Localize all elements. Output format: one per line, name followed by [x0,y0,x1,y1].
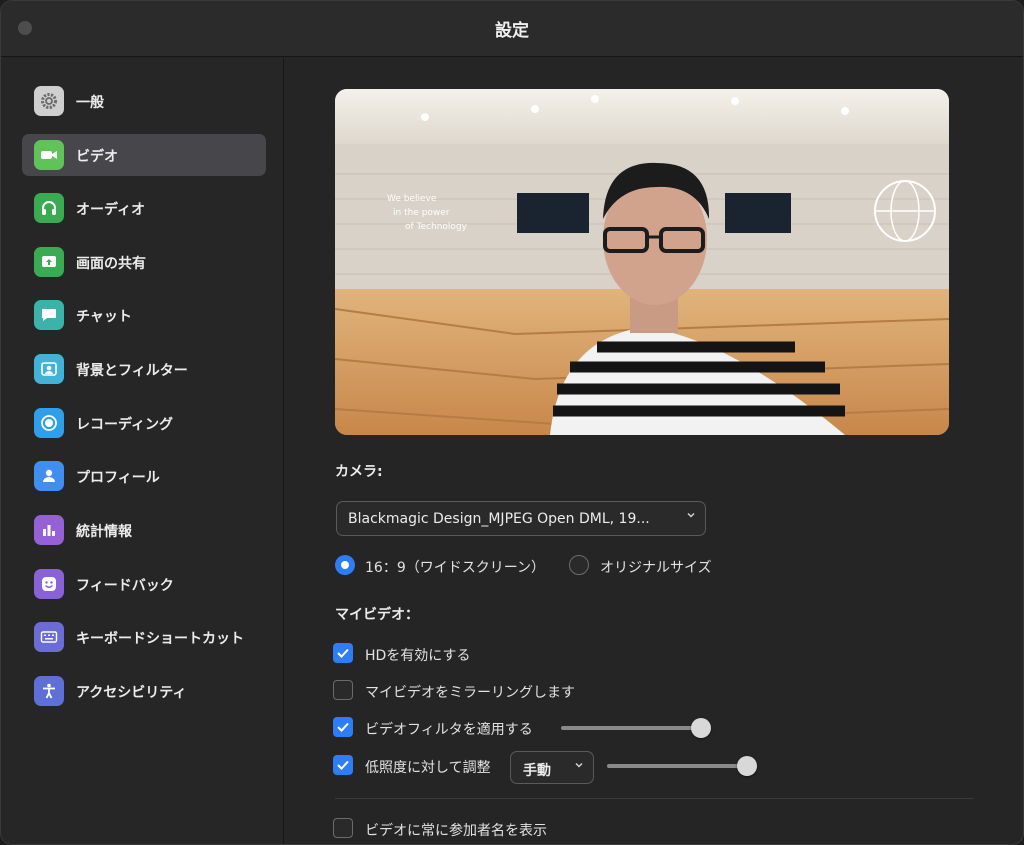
gear-icon [34,86,64,116]
sidebar-item-video[interactable]: ビデオ [22,134,266,176]
svg-text:of Technology: of Technology [405,222,468,232]
window-title: 設定 [495,21,529,41]
accessibility-icon [34,676,64,706]
show-names-label: ビデオに常に参加者名を表示 [365,823,547,839]
hd-label: HDを有効にする [365,648,471,664]
smiley-icon [34,569,64,599]
radio-widescreen[interactable] [335,555,355,575]
sidebar-item-general[interactable]: 一般 [22,80,266,122]
chevron-down-icon [575,762,583,768]
sidebar-item-feedback[interactable]: フィードバック [22,563,266,605]
sidebar-item-label: 統計情報 [76,524,132,540]
keyboard-icon [34,622,64,652]
checkmark-icon [337,760,349,770]
close-window-button[interactable] [18,21,32,35]
radio-original-size[interactable] [569,555,589,575]
video-filter-checkbox[interactable] [333,717,353,737]
sidebar-item-profile[interactable]: プロフィール [22,455,266,497]
camera-select-value: Blackmagic Design_MJPEG Open DML, 19... [348,511,650,527]
sidebar-item-keyboard-shortcuts[interactable]: キーボードショートカット [22,616,266,658]
sidebar-item-chat[interactable]: チャット [22,294,266,336]
low-light-mode-select[interactable]: 手動 [510,751,594,784]
sidebar-item-label: キーボードショートカット [76,631,244,647]
camera-preview-image: We believe in the power of Technology [335,89,949,435]
camera-section-label: カメラ: [335,464,383,480]
camera-select[interactable]: Blackmagic Design_MJPEG Open DML, 19... [336,501,706,536]
my-video-section-label: マイビデオ： [335,607,419,623]
bar-chart-icon [34,515,64,545]
sidebar-item-audio[interactable]: オーディオ [22,187,266,229]
sidebar-item-label: オーディオ [76,202,146,218]
sidebar-item-label: レコーディング [76,417,174,433]
title-bar: 設定 [1,1,1023,57]
video-filter-slider-track[interactable] [561,726,701,730]
checkmark-icon [337,722,349,732]
sidebar-item-recording[interactable]: レコーディング [22,402,266,444]
low-light-mode-value: 手動 [523,763,551,779]
svg-text:in the power: in the power [393,208,450,218]
low-light-checkbox[interactable] [333,755,353,775]
sidebar-item-label: 一般 [76,95,104,111]
radio-widescreen-label: 16：9（ワイドスクリーン） [365,560,546,576]
record-icon [34,408,64,438]
person-icon [34,461,64,491]
chat-bubble-icon [34,300,64,330]
sidebar-item-label: アクセシビリティ [76,685,187,701]
chevron-down-icon [687,512,695,518]
video-settings-panel: We believe in the power of Technology カメ… [285,58,1023,844]
sidebar-item-accessibility[interactable]: アクセシビリティ [22,670,266,712]
hd-checkbox[interactable] [333,643,353,663]
low-light-slider-thumb[interactable] [737,756,757,776]
mirror-label: マイビデオをミラーリングします [365,685,575,701]
svg-text:We believe: We believe [387,194,437,204]
divider [335,798,974,799]
video-camera-icon [34,140,64,170]
show-names-checkbox[interactable] [333,818,353,838]
settings-window: 設定 一般 ビデオ オーディオ 画面の共有 チャット 背景とフィルター レコーデ… [0,0,1024,845]
screen-share-icon [34,247,64,277]
camera-preview: We believe in the power of Technology [335,89,949,435]
sidebar-item-label: ビデオ [76,149,118,165]
video-filter-slider-thumb[interactable] [691,718,711,738]
low-light-label: 低照度に対して調整 [365,760,491,776]
video-filter-label: ビデオフィルタを適用する [365,722,533,738]
sidebar-item-label: 背景とフィルター [76,363,188,379]
mirror-checkbox[interactable] [333,680,353,700]
sidebar-item-label: プロフィール [76,470,160,486]
sidebar-item-background-filters[interactable]: 背景とフィルター [22,348,266,390]
checkmark-icon [337,648,349,658]
headphones-icon [34,193,64,223]
sidebar-item-label: 画面の共有 [76,256,146,272]
sidebar-item-label: チャット [76,309,132,325]
background-portrait-icon [34,354,64,384]
sidebar-item-screen-share[interactable]: 画面の共有 [22,241,266,283]
low-light-slider-track[interactable] [607,764,747,768]
sidebar-item-label: フィードバック [76,578,174,594]
sidebar-item-statistics[interactable]: 統計情報 [22,509,266,551]
sidebar: 一般 ビデオ オーディオ 画面の共有 チャット 背景とフィルター レコーディング… [1,58,284,844]
radio-original-size-label: オリジナルサイズ [600,560,712,576]
